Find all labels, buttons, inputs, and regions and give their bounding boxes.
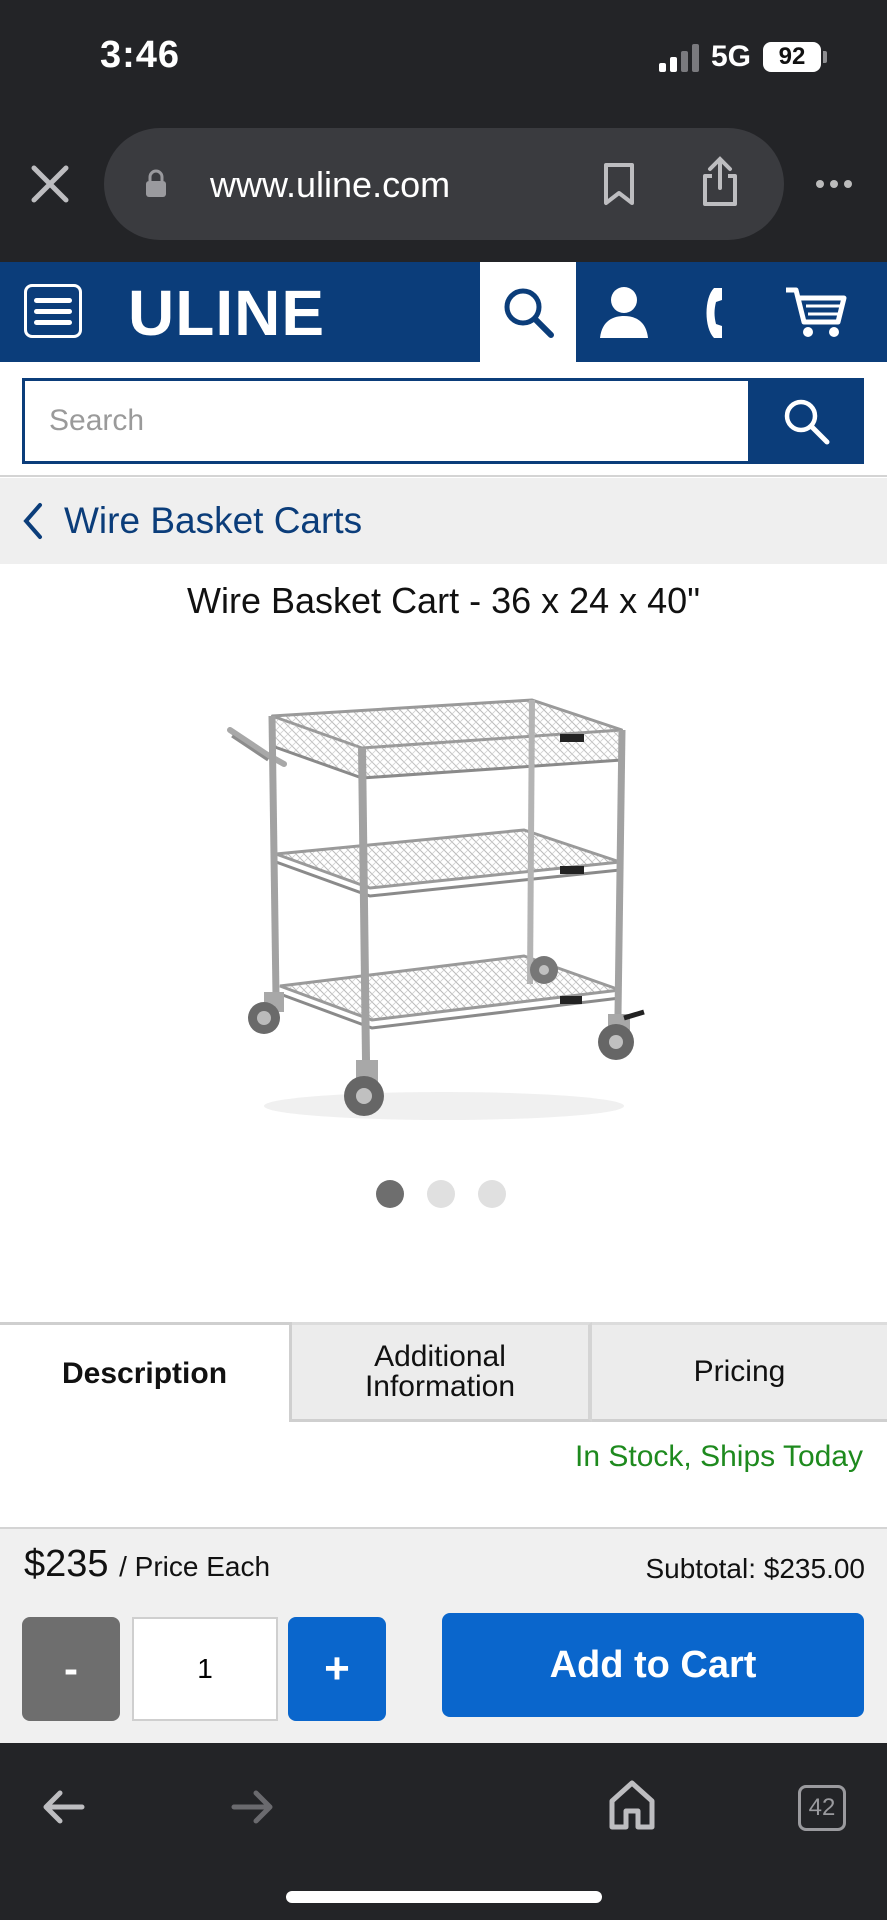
product-title: Wire Basket Cart - 36 x 24 x 40" [187, 580, 700, 621]
quantity-input[interactable] [132, 1617, 278, 1721]
breadcrumb-label[interactable]: Wire Basket Carts [64, 500, 362, 542]
share-icon[interactable] [700, 156, 740, 208]
home-icon[interactable] [608, 1779, 656, 1831]
site-header: ULINE [0, 262, 887, 362]
carousel-dot[interactable] [478, 1180, 506, 1208]
close-icon[interactable] [28, 162, 72, 206]
unit-price: $235 / Price Each [24, 1543, 270, 1586]
tab-additional-information-label: Additional Information [364, 1340, 516, 1403]
wire-basket-cart-image[interactable] [224, 686, 664, 1136]
price-panel: $235 / Price Each Subtotal: $235.00 - + … [0, 1527, 887, 1743]
status-indicators: 5G 92 [658, 40, 827, 74]
header-search-button[interactable] [480, 262, 576, 362]
phone-icon[interactable] [700, 284, 740, 340]
menu-icon[interactable] [24, 284, 82, 338]
signal-icon [658, 42, 699, 72]
tab-description[interactable]: Description [0, 1322, 292, 1422]
carousel-dots [376, 1180, 506, 1208]
caster [248, 992, 284, 1034]
more-options-icon[interactable] [816, 180, 852, 188]
search-input[interactable] [22, 378, 750, 464]
status-time: 3:46 [100, 34, 181, 76]
search-icon [784, 399, 830, 445]
battery-level: 92 [763, 42, 821, 72]
quantity-increase-button[interactable]: + [288, 1617, 386, 1721]
browser-toolbar: www.uline.com [0, 122, 887, 262]
price-unit: / Price Each [119, 1551, 271, 1582]
bookmark-icon[interactable] [602, 162, 636, 206]
tabs-count-icon[interactable]: 42 [798, 1785, 846, 1831]
tab-additional-information[interactable]: Additional Information [292, 1322, 592, 1422]
carousel-dot[interactable] [427, 1180, 455, 1208]
add-to-cart-button[interactable]: Add to Cart [442, 1613, 864, 1717]
address-bar[interactable]: www.uline.com [104, 128, 784, 240]
cart-icon[interactable] [784, 284, 848, 340]
network-type: 5G [710, 40, 751, 73]
back-arrow-icon[interactable] [42, 1785, 86, 1829]
subtotal: Subtotal: $235.00 [645, 1553, 865, 1584]
search-submit-button[interactable] [748, 378, 864, 464]
status-bar: 3:46 5G 92 [0, 0, 887, 122]
carousel-dot[interactable] [376, 1180, 404, 1208]
quantity-decrease-button[interactable]: - [22, 1617, 120, 1721]
account-icon[interactable] [596, 284, 652, 340]
tab-pricing[interactable]: Pricing [592, 1322, 887, 1422]
url-text: www.uline.com [210, 164, 451, 205]
breadcrumb[interactable]: Wire Basket Carts [0, 478, 887, 564]
chevron-left-icon [23, 503, 42, 539]
forward-arrow-icon[interactable] [230, 1785, 274, 1829]
price-value: $235 [24, 1543, 109, 1585]
uline-logo[interactable]: ULINE [128, 276, 325, 350]
battery-icon: 92 [763, 42, 827, 72]
lock-icon [146, 169, 166, 197]
stock-status: In Stock, Ships Today [575, 1440, 863, 1473]
search-icon [504, 288, 554, 338]
home-indicator [286, 1891, 602, 1903]
product-tabs: Description Additional Information Prici… [0, 1322, 887, 1422]
search-bar [0, 362, 887, 477]
